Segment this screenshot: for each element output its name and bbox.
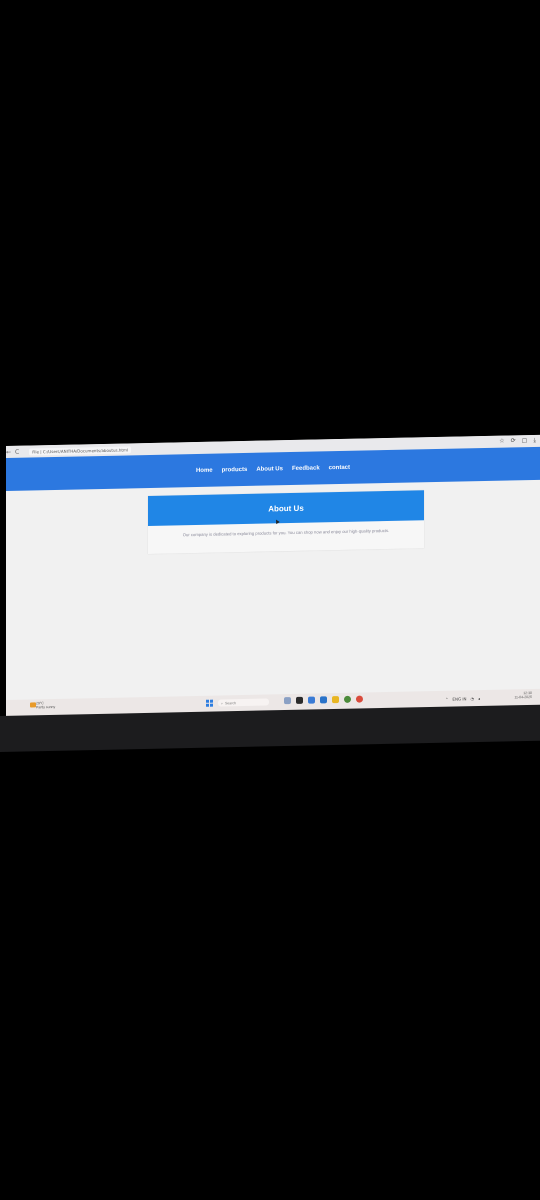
tab-icon[interactable]: ▢: [522, 437, 528, 445]
copilot-app-icon[interactable]: [284, 697, 291, 705]
about-title: About Us: [268, 503, 304, 514]
system-tray: ⌃ ENG IN ◔ ◂: [445, 696, 480, 702]
taskbar-search[interactable]: ⌕ Search: [218, 698, 269, 707]
download-icon[interactable]: ⤓: [533, 437, 536, 445]
address-bar[interactable]: File | C:/Users/ANITHA/Documents/aboutus…: [29, 445, 131, 456]
chrome-profile-icon[interactable]: [356, 695, 363, 703]
taskbar-apps: [284, 695, 363, 705]
monitor-screen: ← C File | C:/Users/ANITHA/Documents/abo…: [6, 434, 540, 730]
back-icon[interactable]: ←: [6, 448, 11, 455]
about-text: Our company is dedicated to exploring pr…: [182, 527, 390, 538]
nav-products[interactable]: products: [222, 466, 248, 473]
search-label: Search: [224, 700, 237, 705]
wifi-icon[interactable]: ◔: [470, 696, 474, 701]
nav-contact[interactable]: contact: [329, 464, 350, 470]
about-card: About Us Our company is dedicated to exp…: [148, 490, 424, 555]
reload-icon[interactable]: C: [15, 448, 19, 455]
refresh-icon[interactable]: ⟳: [511, 437, 516, 445]
about-header: About Us: [148, 490, 424, 527]
weather-text: Partly sunny: [36, 704, 56, 710]
edge-app-icon[interactable]: [308, 696, 315, 704]
nav-about-us[interactable]: About Us: [256, 466, 283, 473]
windows-start-icon[interactable]: [206, 699, 213, 707]
taskbar-clock[interactable]: 12:30 11-04-2025: [514, 691, 532, 699]
clock-date: 11-04-2025: [514, 694, 532, 700]
search-icon: ⌕: [221, 700, 223, 705]
chrome-app-icon[interactable]: [344, 695, 351, 703]
favorite-icon[interactable]: ☆: [499, 438, 504, 446]
volume-icon[interactable]: ◂: [478, 696, 480, 701]
terminal-app-icon[interactable]: [296, 696, 303, 704]
nav-feedback[interactable]: Feedback: [292, 465, 320, 472]
browser-actions: ☆ ⟳ ▢ ⤓: [499, 437, 540, 446]
vscode-app-icon[interactable]: [320, 696, 327, 704]
tray-chevron-icon[interactable]: ⌃: [445, 697, 448, 702]
file-explorer-icon[interactable]: [332, 696, 339, 704]
nav-home[interactable]: Home: [196, 467, 213, 473]
tray-lang[interactable]: ENG IN: [452, 696, 466, 701]
weather-widget[interactable]: 29°C Partly sunny: [36, 701, 55, 709]
